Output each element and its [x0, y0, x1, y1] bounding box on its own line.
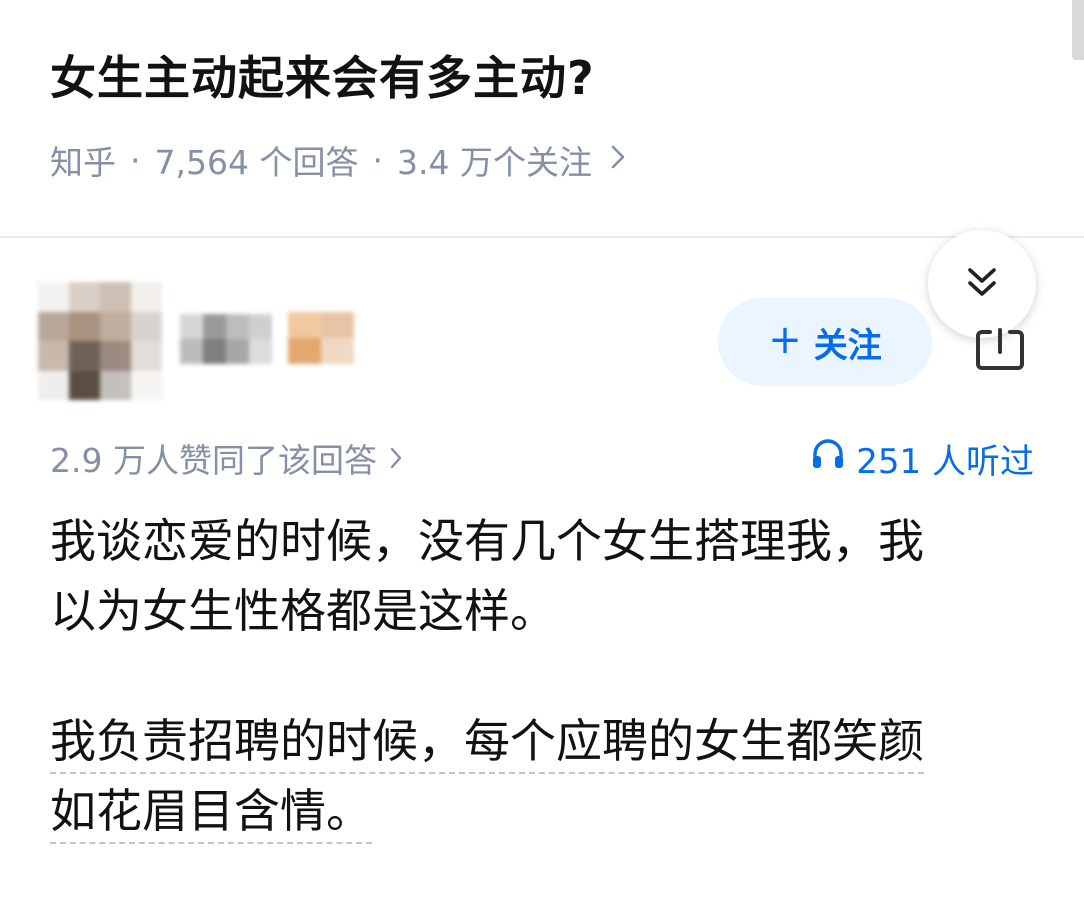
- paragraph-line: 我谈恋爱的时候，没有几个女生搭理我，我: [50, 514, 924, 568]
- listen-count: 251 人听过: [856, 442, 1034, 482]
- section-divider: [0, 236, 1084, 238]
- answer-paragraph-highlighted[interactable]: 我负责招聘的时候，每个应聘的女生都笑颜 如花眉目含情。: [50, 706, 1040, 846]
- question-meta[interactable]: 知乎 · 7,564 个回答 · 3.4 万个关注: [50, 136, 626, 184]
- paragraph-line: 以为女生性格都是这样。: [50, 584, 556, 638]
- follow-button-label: 关注: [813, 325, 882, 366]
- source-label: 知乎: [50, 143, 116, 182]
- separator-dot: ·: [130, 140, 141, 180]
- headphones-icon: [810, 436, 846, 481]
- paragraph-line: 如花眉目含情。: [50, 784, 372, 844]
- question-title[interactable]: 女生主动起来会有多主动?: [50, 42, 595, 108]
- double-chevron-down-icon: [962, 262, 1002, 306]
- chevron-right-icon: [610, 143, 626, 178]
- plus-icon: +: [768, 317, 802, 363]
- author-badge: [288, 312, 354, 364]
- share-icon[interactable]: [972, 318, 1028, 374]
- paragraph-line: 我负责招聘的时候，每个应聘的女生都笑颜: [50, 714, 924, 774]
- listen-button[interactable]: 251 人听过: [810, 434, 1034, 483]
- separator-dot: ·: [372, 140, 383, 180]
- chevron-right-icon: [389, 439, 403, 478]
- author-name[interactable]: [180, 314, 272, 364]
- avatar[interactable]: [38, 282, 162, 400]
- vote-count: 2.9 万人赞同了该回答: [50, 441, 377, 480]
- follower-count: 3.4 万个关注: [396, 143, 592, 182]
- vote-summary[interactable]: 2.9 万人赞同了该回答: [50, 434, 403, 482]
- answer-count: 7,564 个回答: [154, 143, 359, 182]
- scrollbar[interactable]: [1072, 0, 1084, 60]
- answer-page: 女生主动起来会有多主动? 知乎 · 7,564 个回答 · 3.4 万个关注 +…: [0, 0, 1084, 912]
- answer-paragraph: 我谈恋爱的时候，没有几个女生搭理我，我 以为女生性格都是这样。: [50, 506, 1040, 646]
- follow-button[interactable]: + 关注: [718, 298, 932, 386]
